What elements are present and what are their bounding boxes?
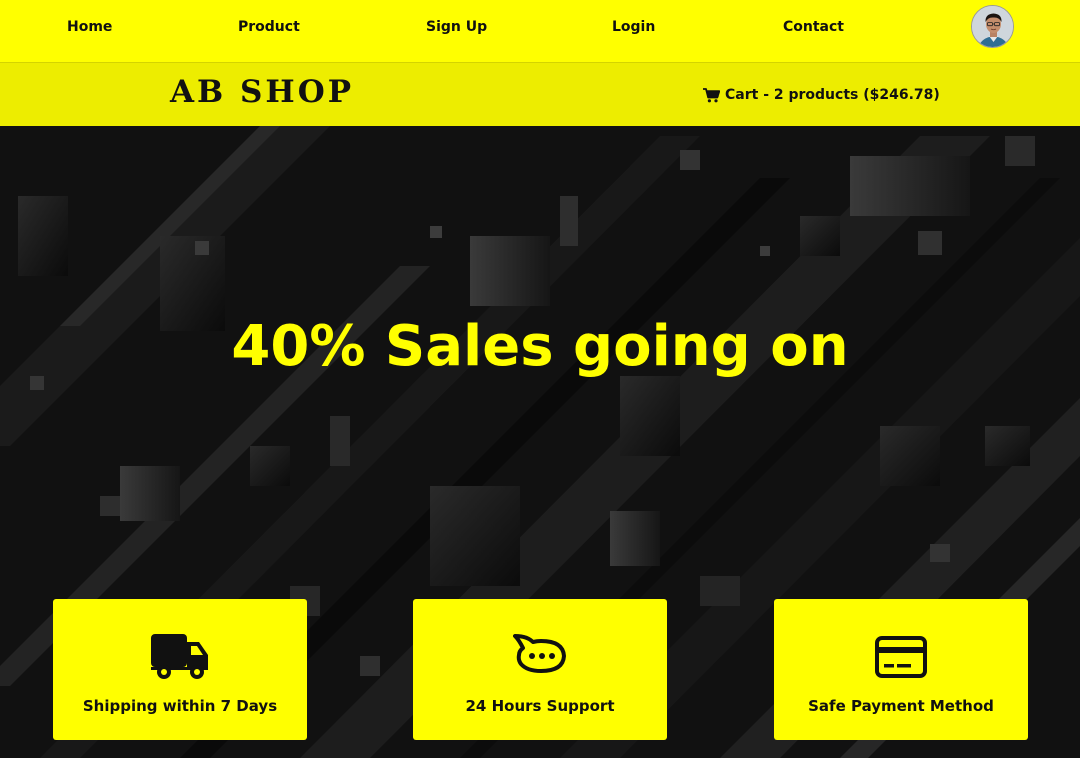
feature-card-payment: Safe Payment Method bbox=[774, 599, 1028, 740]
nav-product-link[interactable]: Product bbox=[238, 19, 300, 35]
nav-contact-link[interactable]: Contact bbox=[783, 19, 844, 35]
shop-header: AB SHOP Cart - 2 products ($246.78) bbox=[0, 62, 1080, 126]
hero-banner: 40% Sales going on Shipping within 7 Day… bbox=[0, 126, 1080, 758]
feature-card-shipping: Shipping within 7 Days bbox=[53, 599, 307, 740]
feature-label-support: 24 Hours Support bbox=[465, 697, 615, 715]
hero-title: 40% Sales going on bbox=[231, 314, 849, 379]
credit-card-icon bbox=[774, 631, 1028, 683]
cart-link[interactable]: Cart - 2 products ($246.78) bbox=[703, 85, 940, 105]
shopping-cart-icon bbox=[703, 87, 720, 103]
user-avatar[interactable] bbox=[971, 5, 1014, 48]
nav-login-link[interactable]: Login bbox=[612, 19, 655, 35]
shop-logo[interactable]: AB SHOP bbox=[170, 74, 354, 110]
page: Home Product Sign Up Login Contact AB SH… bbox=[0, 0, 1080, 758]
nav-signup-link[interactable]: Sign Up bbox=[426, 19, 487, 35]
feature-card-support: 24 Hours Support bbox=[413, 599, 667, 740]
nav-home-link[interactable]: Home bbox=[67, 19, 112, 35]
user-avatar-image bbox=[972, 6, 1013, 47]
top-nav: Home Product Sign Up Login Contact bbox=[0, 0, 1080, 62]
chat-bubble-icon bbox=[413, 631, 667, 683]
feature-label-payment: Safe Payment Method bbox=[808, 697, 994, 715]
cart-summary: Cart - 2 products ($246.78) bbox=[725, 87, 940, 103]
feature-label-shipping: Shipping within 7 Days bbox=[82, 697, 278, 715]
truck-icon bbox=[53, 631, 307, 683]
